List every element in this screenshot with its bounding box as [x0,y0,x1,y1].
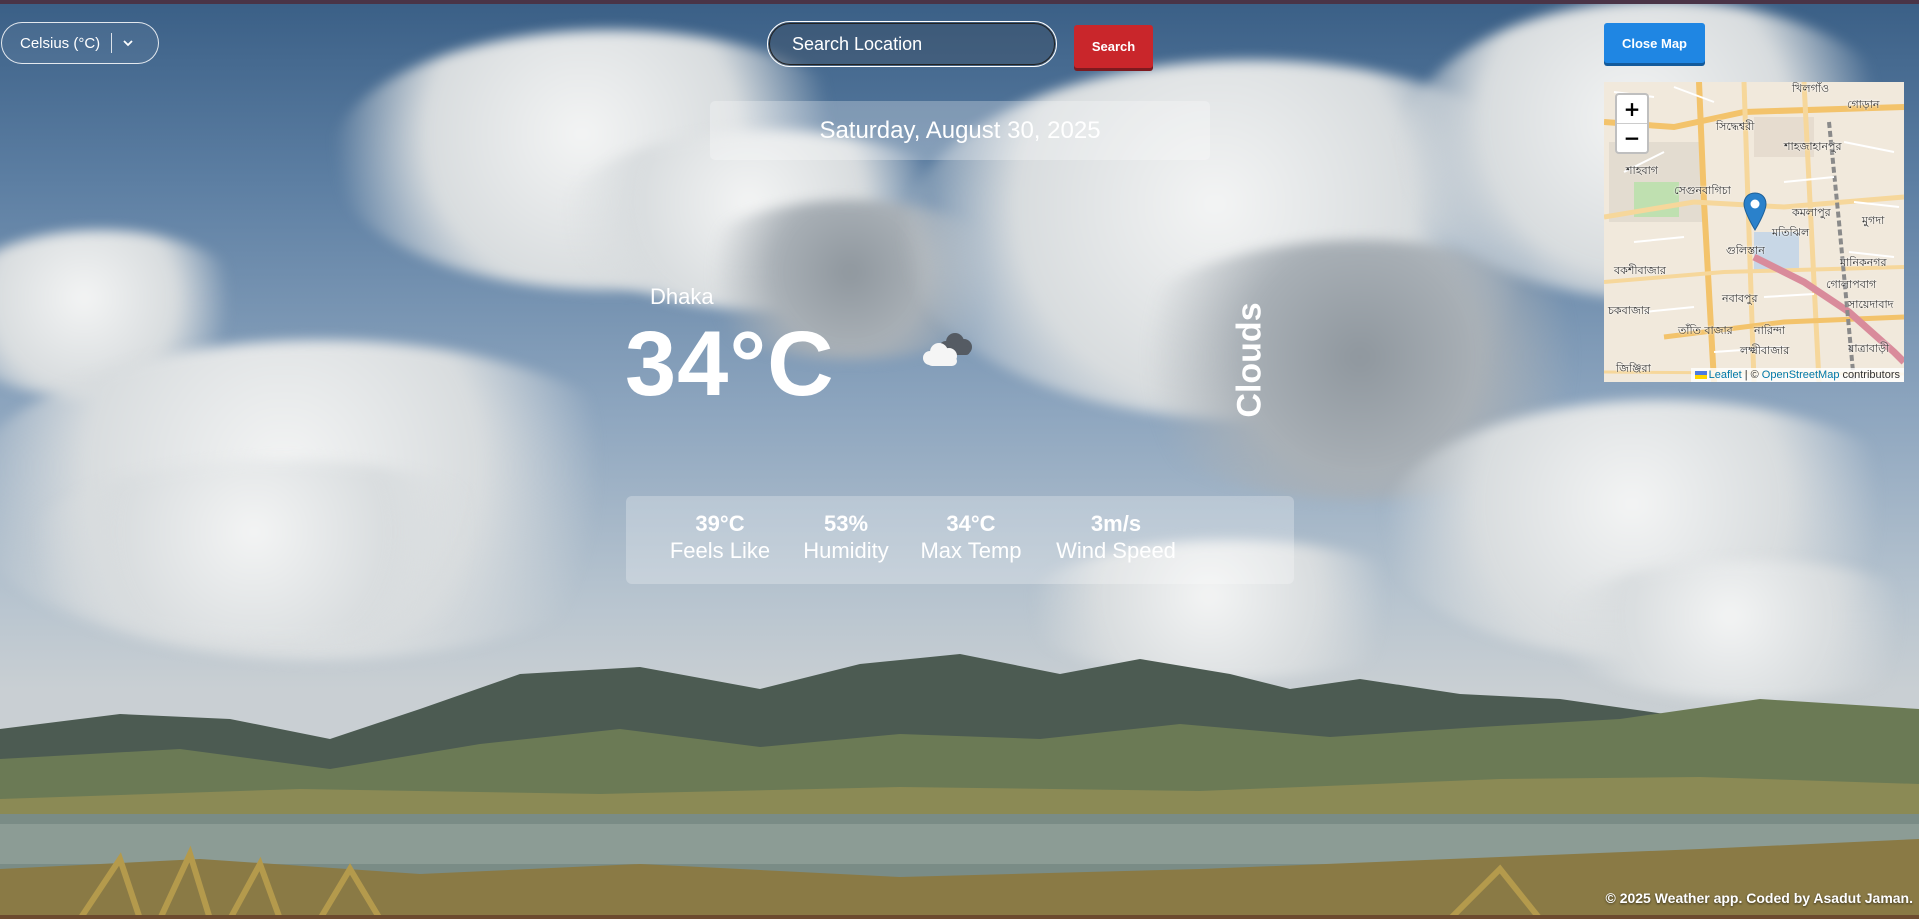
stat-max-temp: 34°C Max Temp [920,511,1021,565]
map-label: কমলাপুর [1792,206,1831,219]
stat-label: Max Temp [920,538,1022,563]
zoom-out-button[interactable]: − [1617,123,1647,152]
map-label: খিলগাঁও [1792,82,1830,95]
map-label: নারিন্দা [1754,324,1785,337]
attribution-separator: | © [1744,369,1759,381]
map-label: গোড়ান [1847,98,1880,111]
close-map-button[interactable]: Close Map [1604,23,1705,63]
map-label: সায়েদাবাদ [1848,298,1894,311]
stat-value: 53% [823,511,869,536]
select-divider [111,33,113,53]
map-label: জিঞ্জিরা [1616,362,1651,375]
top-strip [0,0,1919,4]
ukraine-flag-icon [1694,371,1707,380]
stat-feels-like: 39°C Feels Like [670,511,770,565]
location-map[interactable]: + − খিলগাঁও গোড়ান সিদ্ধেশ্বরী শাহজাহানপ… [1604,82,1904,382]
stat-wind-speed: 3m/s Wind Speed [1056,511,1176,565]
map-label: গোলাপবাগ [1826,278,1877,291]
map-label: মানিকনগর [1840,256,1887,269]
zoom-in-button[interactable]: + [1617,95,1647,123]
unit-select[interactable]: Celsius (°C) [1,22,159,64]
current-temperature: 34°C [625,313,835,415]
map-label: তাঁতি বাজার [1678,324,1733,337]
stat-value: 39°C [695,511,745,536]
map-label: গুলিস্তান [1726,244,1765,257]
leaflet-link[interactable]: Leaflet [1709,369,1742,381]
map-label: চকবাজার [1608,304,1651,317]
map-label: যাত্রাবাড়ী [1848,342,1890,355]
search-input[interactable] [767,21,1057,67]
search-button[interactable]: Search [1074,25,1153,68]
date-display: Saturday, August 30, 2025 [710,101,1210,160]
clouds-icon [923,333,972,366]
stat-value: 3m/s [1090,511,1142,536]
map-label: নবাবপুর [1722,292,1758,305]
map-attribution: Leaflet | © OpenStreetMap contributors [1690,368,1904,382]
map-label: সেগুনবাগিচা [1674,184,1731,197]
map-label: বকশীবাজার [1614,264,1666,277]
date-text: Saturday, August 30, 2025 [819,116,1101,144]
footer-credit: © 2025 Weather app. Coded by Asadut Jama… [1605,890,1913,906]
stat-label: Humidity [803,538,889,563]
unit-select-value: Celsius (°C) [20,34,101,52]
stat-value: 34°C [946,511,996,536]
map-label: মুগদা [1862,214,1885,227]
weather-stats: 39°C Feels Like 53% Humidity 34°C Max Te… [626,496,1294,584]
map-label: শাহবাগ [1626,164,1658,177]
stat-label: Wind Speed [1056,538,1176,563]
openstreetmap-link[interactable]: OpenStreetMap [1762,369,1840,381]
attribution-suffix: contributors [1842,369,1900,381]
weather-condition: Clouds [1230,302,1269,418]
stat-label: Feels Like [669,538,771,563]
map-label: শাহজাহানপুর [1784,140,1842,153]
city-name: Dhaka [650,284,714,309]
map-marker-icon[interactable] [1743,192,1767,232]
map-label: মতিঝিল [1772,226,1810,239]
stat-humidity: 53% Humidity [803,511,889,565]
map-zoom-control: + − [1615,93,1649,154]
map-label: সিদ্ধেশ্বরী [1716,120,1755,133]
chevron-down-icon [123,40,133,47]
map-label: লক্ষ্মীবাজার [1740,344,1790,357]
